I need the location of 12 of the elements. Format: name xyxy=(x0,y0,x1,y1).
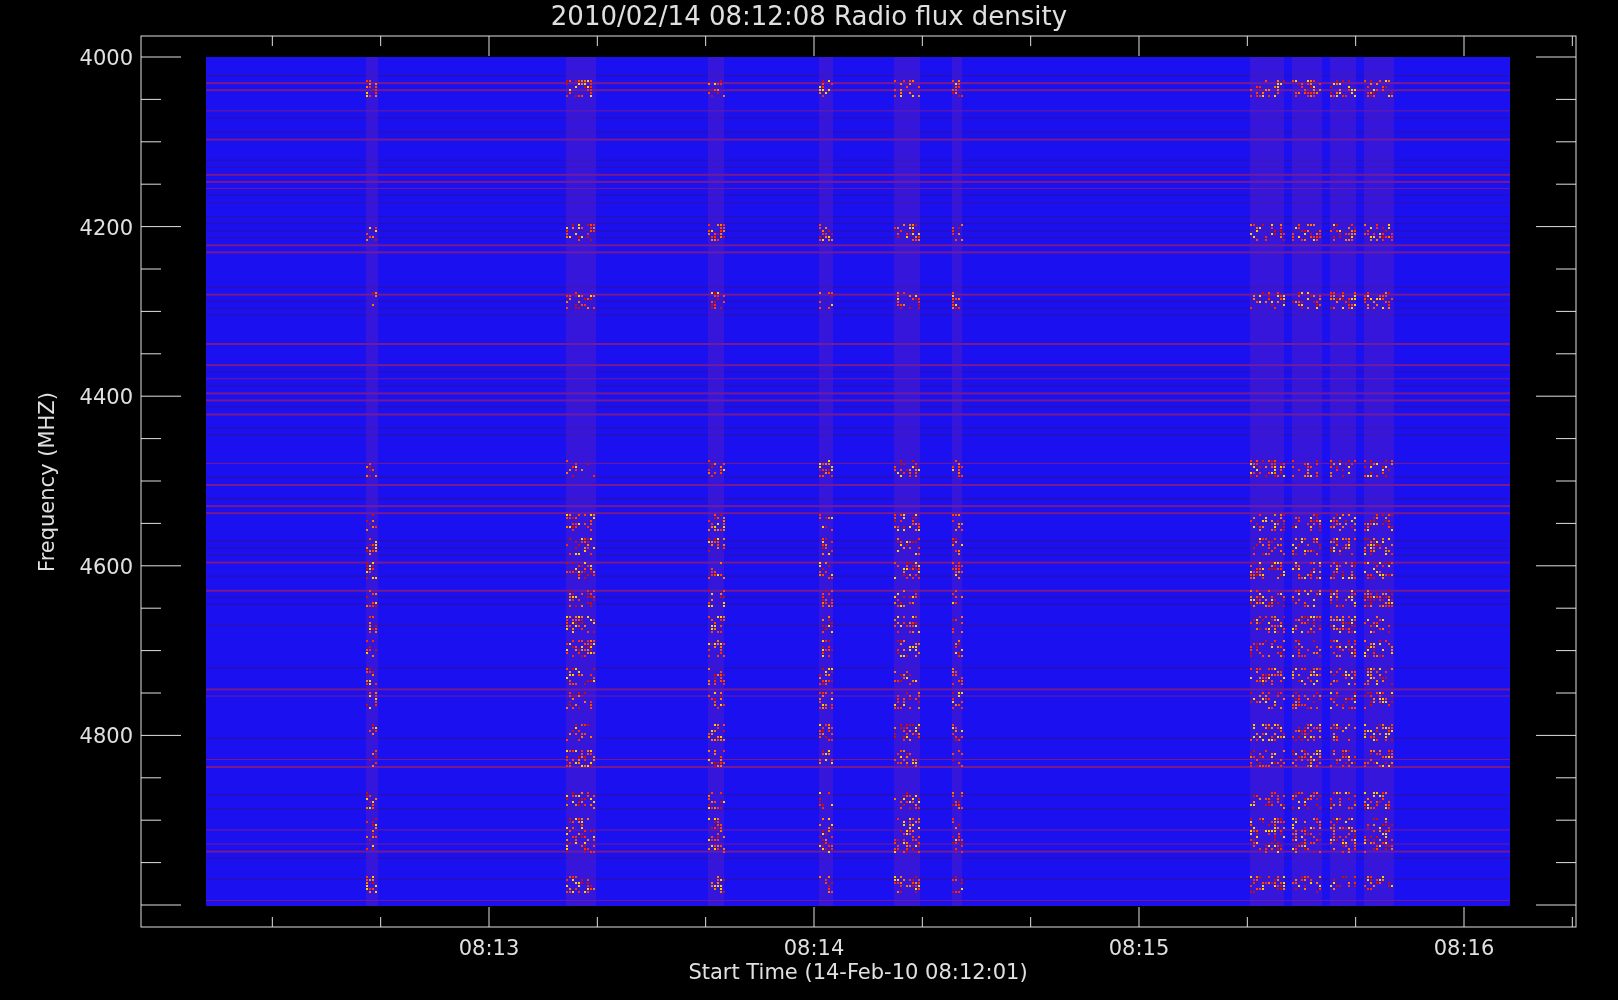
x-axis-label: Start Time (14-Feb-10 08:12:01) xyxy=(688,960,1028,984)
x-tick-label: 08:16 xyxy=(1433,936,1495,960)
x-tick-label: 08:13 xyxy=(458,936,520,960)
plot-title: 2010/02/14 08:12:08 Radio flux density xyxy=(550,1,1068,31)
y-tick-label: 4600 xyxy=(79,554,133,579)
y-axis-label: Frequency (MHZ) xyxy=(35,392,59,572)
y-tick-label: 4400 xyxy=(79,385,133,410)
y-tick-label: 4800 xyxy=(79,724,133,749)
x-tick-label: 08:14 xyxy=(783,936,845,960)
x-tick-label: 08:15 xyxy=(1108,936,1170,960)
y-tick-label: 4000 xyxy=(79,46,133,70)
y-tick-label: 4200 xyxy=(79,215,133,240)
